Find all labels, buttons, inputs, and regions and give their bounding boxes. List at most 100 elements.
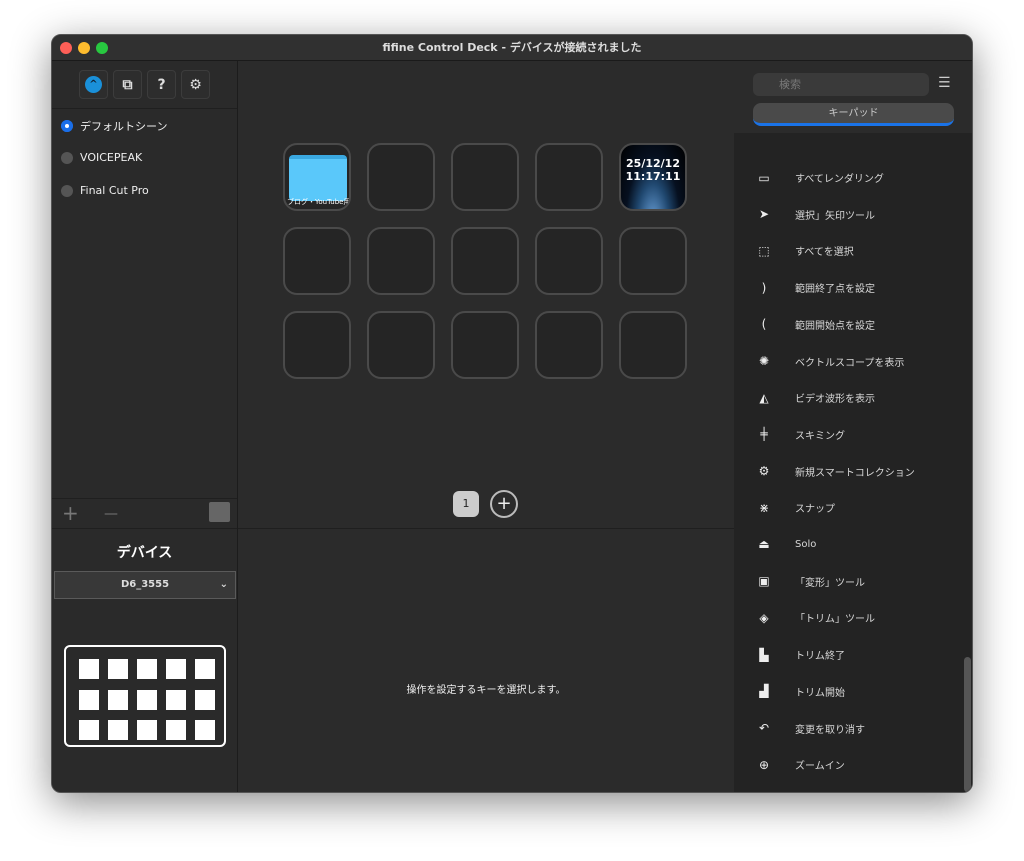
app-window: fifine Control Deck - デバイスが接続されました ^ ⧉ ?…: [51, 34, 973, 793]
copy-icon: ⧉: [122, 76, 133, 93]
chevron-down-icon: ⌄: [219, 579, 228, 590]
action-item[interactable]: ( 範囲開始点を設定: [754, 317, 875, 332]
sidebar: ^ ⧉ ? ⚙ デフォルトシーン VOICEPEAK Final Cut Pro…: [52, 61, 238, 792]
copy-button[interactable]: ⧉: [113, 70, 142, 99]
action-item[interactable]: ⚙ 新規スマートコレクション: [754, 464, 915, 479]
key-folder[interactable]: ブログ・YouTube用: [283, 143, 351, 211]
list-view-icon[interactable]: ☰: [938, 75, 951, 91]
key-editor: ブログ・YouTube用 25/12/12 11:17:11 1 + 操作を設定…: [238, 61, 734, 792]
gear-icon: ⚙: [758, 464, 770, 479]
settings-button[interactable]: ⚙: [181, 70, 210, 99]
key-empty[interactable]: [535, 227, 603, 295]
action-label: ビデオ波形を表示: [795, 394, 875, 406]
key-empty[interactable]: [535, 311, 603, 379]
tab-keypad[interactable]: キーパッド: [753, 103, 954, 126]
scene-manage-icon[interactable]: [209, 502, 230, 522]
action-label: スキミング: [795, 430, 845, 442]
action-item[interactable]: ▙ トリム終了: [754, 647, 845, 663]
add-page-button[interactable]: +: [490, 490, 518, 518]
window-title: fifine Control Deck - デバイスが接続されました: [382, 41, 642, 54]
zoom-button[interactable]: [96, 42, 108, 54]
action-label: 変更を取り消す: [795, 724, 865, 736]
trim-tool-icon: ◈: [759, 610, 769, 625]
search-icon: ⌕: [782, 78, 789, 91]
key-empty[interactable]: [535, 143, 603, 211]
action-label: 範囲終了点を設定: [795, 284, 875, 296]
device-select-value: D6_3555: [120, 579, 170, 590]
scene-item-final-cut-pro[interactable]: Final Cut Pro: [61, 184, 149, 197]
trim-end-icon: ▙: [759, 647, 769, 662]
key-empty[interactable]: [367, 311, 435, 379]
action-label: 選択」矢印ツール: [795, 210, 875, 222]
scene-label: Final Cut Pro: [80, 184, 149, 197]
remove-scene-button[interactable]: —: [104, 506, 118, 522]
action-label: ベクトルスコープを表示: [795, 357, 905, 369]
action-label: すべてを選択: [795, 247, 854, 259]
key-empty[interactable]: [367, 143, 435, 211]
add-scene-button[interactable]: +: [62, 501, 79, 525]
action-label: 「トリム」ツール: [795, 614, 875, 626]
key-empty[interactable]: [451, 227, 519, 295]
action-label: 範囲開始点を設定: [795, 320, 875, 332]
key-empty[interactable]: [283, 227, 351, 295]
action-item[interactable]: ⋇ スナップ: [754, 500, 835, 516]
action-item[interactable]: ➤ 選択」矢印ツール: [754, 207, 875, 222]
action-item[interactable]: ↶ 変更を取り消す: [754, 721, 865, 736]
action-item[interactable]: ) 範囲終了点を設定: [754, 280, 875, 296]
transform-icon: ▣: [758, 574, 770, 589]
action-item[interactable]: ▟ トリム開始: [754, 684, 845, 699]
key-empty[interactable]: [283, 311, 351, 379]
snap-icon: ⋇: [758, 500, 770, 515]
close-button[interactable]: [60, 42, 72, 54]
action-item[interactable]: ◈ 「トリム」ツール: [754, 610, 875, 626]
action-item[interactable]: ▭ すべてレンダリング: [754, 170, 884, 186]
page-1-button[interactable]: 1: [453, 491, 479, 517]
key-empty[interactable]: [367, 227, 435, 295]
scrollbar[interactable]: [964, 657, 971, 792]
waveform-icon: ◭: [759, 390, 769, 405]
folder-icon: [289, 155, 347, 201]
action-label: 新規スマートコレクション: [795, 467, 915, 479]
help-button[interactable]: ?: [147, 70, 176, 99]
scene-item-voicepeak[interactable]: VOICEPEAK: [61, 151, 142, 164]
action-item[interactable]: ⊕ ズームイン: [754, 757, 845, 773]
zoom-in-icon: ⊕: [758, 757, 770, 772]
gear-icon: ⚙: [189, 76, 202, 93]
action-item[interactable]: ⏏ Solo: [754, 537, 816, 551]
action-label: ズームイン: [795, 761, 845, 773]
key-label: ブログ・YouTube用: [287, 198, 351, 206]
search-input[interactable]: ⌕ 検索: [753, 73, 929, 96]
help-icon: ?: [157, 76, 166, 93]
action-item[interactable]: ⬚ すべてを選択: [754, 243, 854, 259]
device-select[interactable]: D6_3555 ⌄: [54, 571, 236, 599]
action-label: Solo: [795, 538, 817, 550]
app-logo-button[interactable]: ^: [79, 70, 108, 99]
radio[interactable]: [61, 151, 73, 164]
action-label: 「変形」ツール: [795, 577, 865, 589]
arrow-cursor-icon: ➤: [758, 207, 770, 222]
action-panel: ⌕ 検索 ☰ キーパッド ▭ すべてレンダリング ➤ 選択」矢印ツール ⬚ すべてを選択)…: [734, 61, 972, 792]
key-clock[interactable]: 25/12/12 11:17:11: [619, 143, 687, 211]
key-empty[interactable]: [619, 227, 687, 295]
clock-time: 11:17:11: [625, 170, 681, 183]
range-start-icon: (: [761, 317, 767, 332]
minimize-button[interactable]: [78, 42, 90, 54]
action-item[interactable]: ╪ スキミング: [754, 427, 845, 442]
scene-label: デフォルトシーン: [80, 120, 168, 133]
vectorscope-icon: ✺: [758, 354, 770, 368]
select-all-icon: ⬚: [758, 243, 770, 258]
action-item[interactable]: ✺ ベクトルスコープを表示: [754, 354, 904, 369]
key-empty[interactable]: [451, 311, 519, 379]
action-item[interactable]: ▣ 「変形」ツール: [754, 574, 865, 589]
scene-label: VOICEPEAK: [80, 151, 143, 164]
solo-icon: ⏏: [758, 537, 770, 551]
key-empty[interactable]: [451, 143, 519, 211]
key-empty[interactable]: [619, 311, 687, 379]
radio[interactable]: [61, 184, 73, 197]
key-hint: 操作を設定するキーを選択します。: [406, 685, 566, 696]
logo-icon: ^: [85, 76, 102, 93]
scene-item-default[interactable]: デフォルトシーン: [61, 118, 167, 134]
action-item[interactable]: ◭ ビデオ波形を表示: [754, 390, 875, 406]
action-label: トリム開始: [795, 687, 845, 699]
radio-selected[interactable]: [61, 120, 73, 132]
